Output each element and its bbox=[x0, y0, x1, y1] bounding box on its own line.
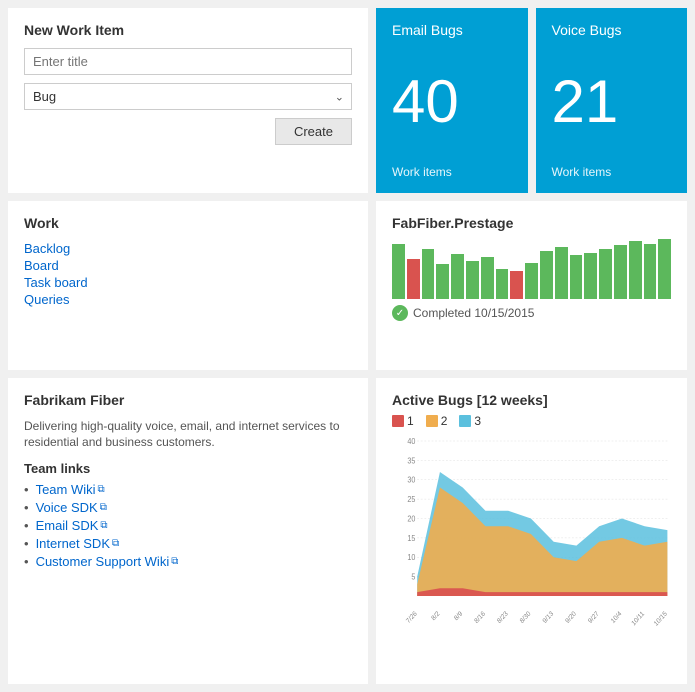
check-icon: ✓ bbox=[392, 305, 408, 321]
create-button[interactable]: Create bbox=[275, 118, 352, 145]
legend-item-2: 2 bbox=[426, 414, 448, 428]
bar bbox=[614, 245, 627, 299]
active-bugs-panel: Active Bugs [12 weeks] 1 2 3 5 10 15 20 25 30… bbox=[376, 378, 687, 684]
svg-text:8/9: 8/9 bbox=[453, 610, 464, 622]
svg-text:8/2: 8/2 bbox=[430, 610, 441, 622]
bar bbox=[422, 249, 435, 299]
work-links-list: Backlog Board Task board Queries bbox=[24, 241, 352, 307]
bar bbox=[481, 257, 494, 299]
svg-text:5: 5 bbox=[411, 572, 415, 581]
bar bbox=[466, 261, 479, 299]
active-bugs-chart: 5 10 15 20 25 30 35 40 7/26 8/2 8/9 8/16 8/23 8/30 9/1… bbox=[392, 436, 671, 636]
fabrikam-title: Fabrikam Fiber bbox=[24, 392, 352, 408]
voice-bugs-label: Work items bbox=[552, 165, 672, 179]
svg-text:10/15: 10/15 bbox=[653, 610, 669, 628]
bar bbox=[525, 263, 538, 299]
title-input[interactable] bbox=[24, 48, 352, 75]
svg-text:15: 15 bbox=[407, 533, 415, 542]
legend-color-3 bbox=[459, 415, 471, 427]
svg-text:9/13: 9/13 bbox=[542, 610, 556, 625]
legend-label-3: 3 bbox=[474, 414, 481, 428]
active-bugs-title: Active Bugs [12 weeks] bbox=[392, 392, 671, 408]
svg-text:30: 30 bbox=[407, 475, 415, 484]
svg-text:40: 40 bbox=[407, 436, 415, 445]
chart-legend: 1 2 3 bbox=[392, 414, 671, 428]
customer-support-wiki-link[interactable]: Customer Support Wiki bbox=[36, 554, 170, 569]
new-work-item-title: New Work Item bbox=[24, 22, 352, 38]
external-link-icon: ⧉ bbox=[100, 520, 107, 531]
external-link-icon: ⧉ bbox=[112, 538, 119, 549]
tiles-row: Email Bugs 40 Work items Voice Bugs 21 W… bbox=[376, 8, 687, 193]
svg-text:10/11: 10/11 bbox=[631, 610, 647, 627]
fabfiber-panel: FabFiber.Prestage ✓ Completed 10/15/2015 bbox=[376, 201, 687, 369]
bar bbox=[496, 269, 509, 299]
external-link-icon: ⧉ bbox=[98, 484, 105, 495]
work-title: Work bbox=[24, 215, 352, 231]
bar bbox=[540, 251, 553, 299]
voice-bugs-title: Voice Bugs bbox=[552, 22, 672, 38]
svg-text:9/27: 9/27 bbox=[587, 610, 601, 625]
fabrikam-panel: Fabrikam Fiber Delivering high-quality v… bbox=[8, 378, 368, 684]
bar bbox=[555, 247, 568, 299]
board-link[interactable]: Board bbox=[24, 258, 59, 273]
legend-label-2: 2 bbox=[441, 414, 448, 428]
fabfiber-bar-chart bbox=[392, 239, 671, 299]
email-bugs-count: 40 bbox=[392, 72, 512, 132]
type-select[interactable]: Bug Task User Story Feature bbox=[24, 83, 352, 110]
new-work-item-panel: New Work Item Bug Task User Story Featur… bbox=[8, 8, 368, 193]
legend-item-3: 3 bbox=[459, 414, 481, 428]
svg-text:8/30: 8/30 bbox=[519, 610, 533, 625]
bar bbox=[407, 259, 420, 299]
internet-sdk-link[interactable]: Internet SDK bbox=[36, 536, 110, 551]
type-select-wrapper: Bug Task User Story Feature ⌄ bbox=[24, 83, 352, 110]
bar bbox=[570, 255, 583, 299]
work-panel: Work Backlog Board Task board Queries bbox=[8, 201, 368, 369]
team-links-list: Team Wiki⧉ Voice SDK⧉ Email SDK⧉ Interne… bbox=[24, 482, 352, 569]
fabfiber-title: FabFiber.Prestage bbox=[392, 215, 671, 231]
bar bbox=[510, 271, 523, 299]
svg-text:10: 10 bbox=[407, 553, 415, 562]
external-link-icon: ⧉ bbox=[171, 556, 178, 567]
svg-text:10/4: 10/4 bbox=[610, 610, 624, 625]
taskboard-link[interactable]: Task board bbox=[24, 275, 88, 290]
voice-bugs-tile: Voice Bugs 21 Work items bbox=[536, 8, 688, 193]
svg-text:9/20: 9/20 bbox=[564, 610, 578, 625]
team-wiki-link[interactable]: Team Wiki bbox=[36, 482, 96, 497]
legend-color-1 bbox=[392, 415, 404, 427]
bar bbox=[436, 264, 449, 299]
svg-text:25: 25 bbox=[407, 494, 415, 503]
email-bugs-tile: Email Bugs 40 Work items bbox=[376, 8, 528, 193]
completed-text: Completed 10/15/2015 bbox=[413, 306, 534, 320]
bar bbox=[599, 249, 612, 299]
legend-item-1: 1 bbox=[392, 414, 414, 428]
legend-label-1: 1 bbox=[407, 414, 414, 428]
svg-text:8/23: 8/23 bbox=[496, 610, 510, 625]
legend-color-2 bbox=[426, 415, 438, 427]
voice-sdk-link[interactable]: Voice SDK bbox=[36, 500, 98, 515]
bar bbox=[451, 254, 464, 299]
voice-bugs-count: 21 bbox=[552, 72, 672, 132]
bar bbox=[629, 241, 642, 299]
backlog-link[interactable]: Backlog bbox=[24, 241, 70, 256]
queries-link[interactable]: Queries bbox=[24, 292, 70, 307]
svg-text:35: 35 bbox=[407, 456, 415, 465]
team-links-title: Team links bbox=[24, 461, 352, 476]
svg-text:7/26: 7/26 bbox=[405, 610, 419, 625]
bar bbox=[644, 244, 657, 299]
svg-text:8/16: 8/16 bbox=[473, 610, 487, 625]
external-link-icon: ⧉ bbox=[100, 502, 107, 513]
completed-row: ✓ Completed 10/15/2015 bbox=[392, 305, 671, 321]
bar bbox=[392, 244, 405, 299]
svg-text:20: 20 bbox=[407, 514, 415, 523]
email-sdk-link[interactable]: Email SDK bbox=[36, 518, 99, 533]
email-bugs-title: Email Bugs bbox=[392, 22, 512, 38]
bar bbox=[658, 239, 671, 299]
bar bbox=[584, 253, 597, 299]
fabrikam-description: Delivering high-quality voice, email, an… bbox=[24, 418, 352, 452]
email-bugs-label: Work items bbox=[392, 165, 512, 179]
